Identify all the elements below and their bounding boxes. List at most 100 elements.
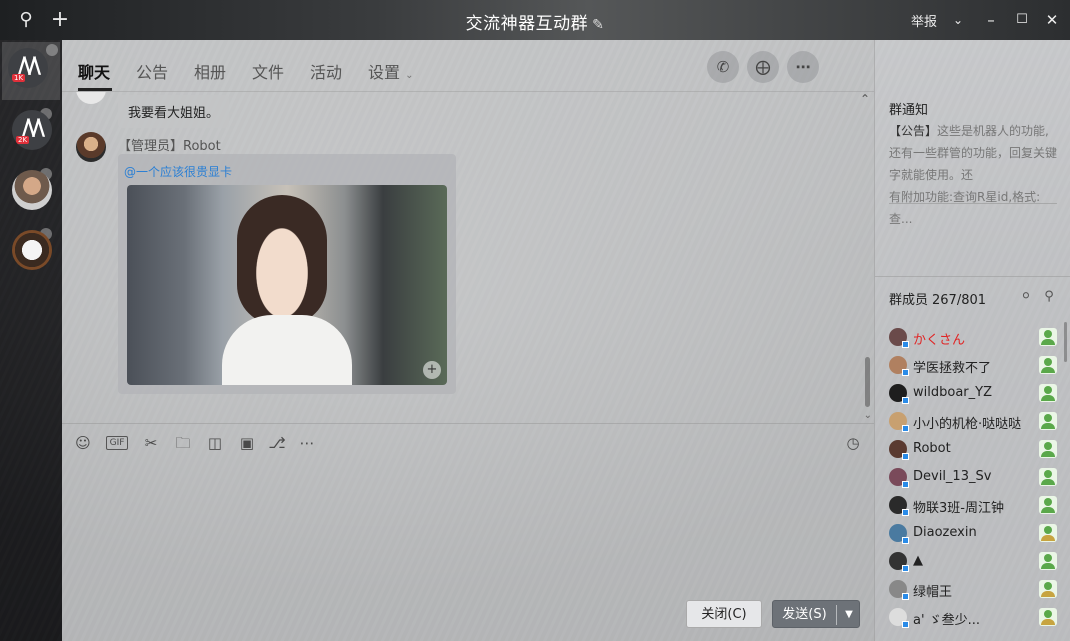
add-chat-icon[interactable]: ⨁ <box>747 51 779 83</box>
device-badge-icon <box>902 621 909 628</box>
message-input[interactable] <box>62 458 874 598</box>
notice-divider <box>889 203 1057 204</box>
contact-avatar <box>12 230 52 270</box>
tab-album[interactable]: 相册 <box>194 59 226 83</box>
sender-name[interactable]: 【管理员】Robot <box>118 135 221 154</box>
member-row[interactable]: a' ゞ叁少... <box>875 604 1070 632</box>
photo-sign <box>182 200 218 310</box>
member-row[interactable]: Devil_13_Sv <box>875 464 1070 492</box>
chevron-down-icon[interactable]: ▼ <box>840 601 858 629</box>
member-role-icon <box>1039 524 1057 542</box>
member-avatar <box>889 356 909 376</box>
member-row[interactable]: Robot <box>875 436 1070 464</box>
panel-divider <box>875 276 1070 277</box>
message-bubble: 我要看大姐姐。 <box>118 95 230 128</box>
member-row[interactable]: ▲ <box>875 548 1070 576</box>
photo-subject <box>237 195 327 325</box>
more-icon[interactable]: ⋯ <box>787 51 819 83</box>
avatar[interactable] <box>76 132 106 162</box>
message-list[interactable]: 我要看大姐姐。 ⌃ 【管理员】Robot @一个应该很贵显卡 + ⌄ <box>62 92 874 423</box>
device-badge-icon <box>902 369 909 376</box>
tab-activities[interactable]: 活动 <box>310 59 342 83</box>
group-avatar: /\/\ 2K <box>12 110 52 150</box>
member-row[interactable]: 小小的机枪·哒哒哒 <box>875 408 1070 436</box>
message-scrollbar[interactable] <box>865 357 870 407</box>
scroll-down-icon[interactable]: ⌄ <box>864 410 872 421</box>
sidebar-chat-2[interactable]: /\/\ 2K <box>8 106 54 152</box>
group-info-panel: 群通知 【公告】这些是机器人的功能, 还有一些群管的功能，回复关键 字就能使用。… <box>874 40 1070 641</box>
group-avatar: /\/\ 1K <box>8 48 48 88</box>
scissors-icon[interactable]: ✂ <box>140 432 162 454</box>
unread-badge: 1K <box>12 74 26 82</box>
zoom-in-icon[interactable]: + <box>423 361 441 379</box>
edit-icon[interactable]: ✎ <box>592 17 604 33</box>
chevron-down-icon[interactable]: ⌄ <box>947 9 969 31</box>
tab-chat[interactable]: 聊天 <box>78 59 110 83</box>
member-role-icon <box>1039 608 1057 626</box>
notice-line-3: 字就能使用。还 <box>889 168 974 182</box>
member-filter-icon[interactable]: ⚪ <box>1018 289 1034 305</box>
bell-icon[interactable]: ⎇ <box>266 432 288 454</box>
close-icon[interactable]: ✕ <box>1041 9 1063 31</box>
member-role-icon <box>1039 440 1057 458</box>
notice-line-1: 这些是机器人的功能, <box>937 124 1049 138</box>
member-role-icon <box>1039 496 1057 514</box>
member-name: 物联3班-周江钟 <box>913 501 1004 516</box>
tab-announcement[interactable]: 公告 <box>136 59 168 83</box>
active-tab-underline <box>78 88 112 91</box>
report-link[interactable]: 举报 <box>911 11 937 30</box>
member-row[interactable]: Diaozexin <box>875 520 1070 548</box>
tab-settings-label: 设置 <box>368 63 401 82</box>
member-row[interactable]: かくさん <box>875 324 1070 352</box>
contact-avatar <box>12 170 52 210</box>
notice-body[interactable]: 【公告】这些是机器人的功能, 还有一些群管的功能，回复关键 字就能使用。还 有附… <box>889 120 1061 230</box>
shared-photo[interactable]: + <box>127 185 447 385</box>
minimize-icon[interactable]: – <box>980 9 1002 31</box>
member-role-icon <box>1039 356 1057 374</box>
composer-divider <box>62 423 874 424</box>
member-avatar <box>889 608 909 628</box>
member-name: 绿帽王 <box>913 585 953 600</box>
sidebar-chat-1[interactable]: /\/\ 1K <box>2 42 60 100</box>
emoji-icon[interactable]: ☺ <box>72 432 94 454</box>
device-badge-icon <box>902 565 909 572</box>
avatar <box>76 92 106 104</box>
member-avatar <box>889 552 909 572</box>
member-list[interactable]: かくさん 学医拯救不了 wildboar_YZ 小小的机枪·哒哒哒 Robot Devil… <box>875 312 1070 641</box>
file-transfer-icon[interactable]: ◫ <box>204 432 226 454</box>
sidebar-chat-4[interactable] <box>8 226 54 272</box>
tab-files[interactable]: 文件 <box>252 59 284 83</box>
member-avatar <box>889 524 909 544</box>
device-badge-icon <box>902 453 909 460</box>
phone-icon[interactable]: ✆ <box>707 51 739 83</box>
member-name: a' ゞ叁少... <box>913 613 981 628</box>
member-row[interactable]: 绿帽王 <box>875 576 1070 604</box>
member-row[interactable]: 学医拯救不了 <box>875 352 1070 380</box>
member-avatar <box>889 580 909 600</box>
gif-icon[interactable]: GIF <box>106 436 128 450</box>
send-button[interactable]: 发送(S) ▼ <box>772 600 860 628</box>
image-icon[interactable]: ▣ <box>236 432 258 454</box>
search-icon[interactable]: ⚲ <box>1041 289 1057 305</box>
collapse-icon[interactable]: ⌃ <box>860 92 870 106</box>
sidebar-chat-3[interactable] <box>8 166 54 212</box>
history-clock-icon[interactable]: ◷ <box>842 432 864 454</box>
folder-icon[interactable]: 🗀 <box>172 432 194 454</box>
member-avatar <box>889 384 909 404</box>
notice-line-2: 还有一些群管的功能，回复关键 <box>889 146 1058 160</box>
member-row[interactable]: wildboar_YZ <box>875 380 1070 408</box>
close-button[interactable]: 关闭(C) <box>686 600 762 628</box>
member-row[interactable]: 物联3班-周江钟 <box>875 492 1070 520</box>
image-message-bubble: @一个应该很贵显卡 + <box>118 154 456 394</box>
mention-link[interactable]: @一个应该很贵显卡 <box>124 163 232 180</box>
member-avatar <box>889 468 909 488</box>
members-header: 群成员 267/801 <box>889 289 986 308</box>
device-badge-icon <box>902 537 909 544</box>
more-icon[interactable]: ⋯ <box>296 432 318 454</box>
members-count: 267/801 <box>932 293 987 308</box>
maximize-icon[interactable]: ☐ <box>1011 9 1033 31</box>
tab-settings[interactable]: 设置 ⌄ <box>368 59 414 83</box>
composer-toolbar: ☺ GIF ✂ 🗀 ◫ ▣ ⎇ ⋯ ◷ <box>62 430 874 456</box>
member-role-icon <box>1039 552 1057 570</box>
window-title-wrap: 交流神器互动群 ✎ <box>0 9 1070 34</box>
